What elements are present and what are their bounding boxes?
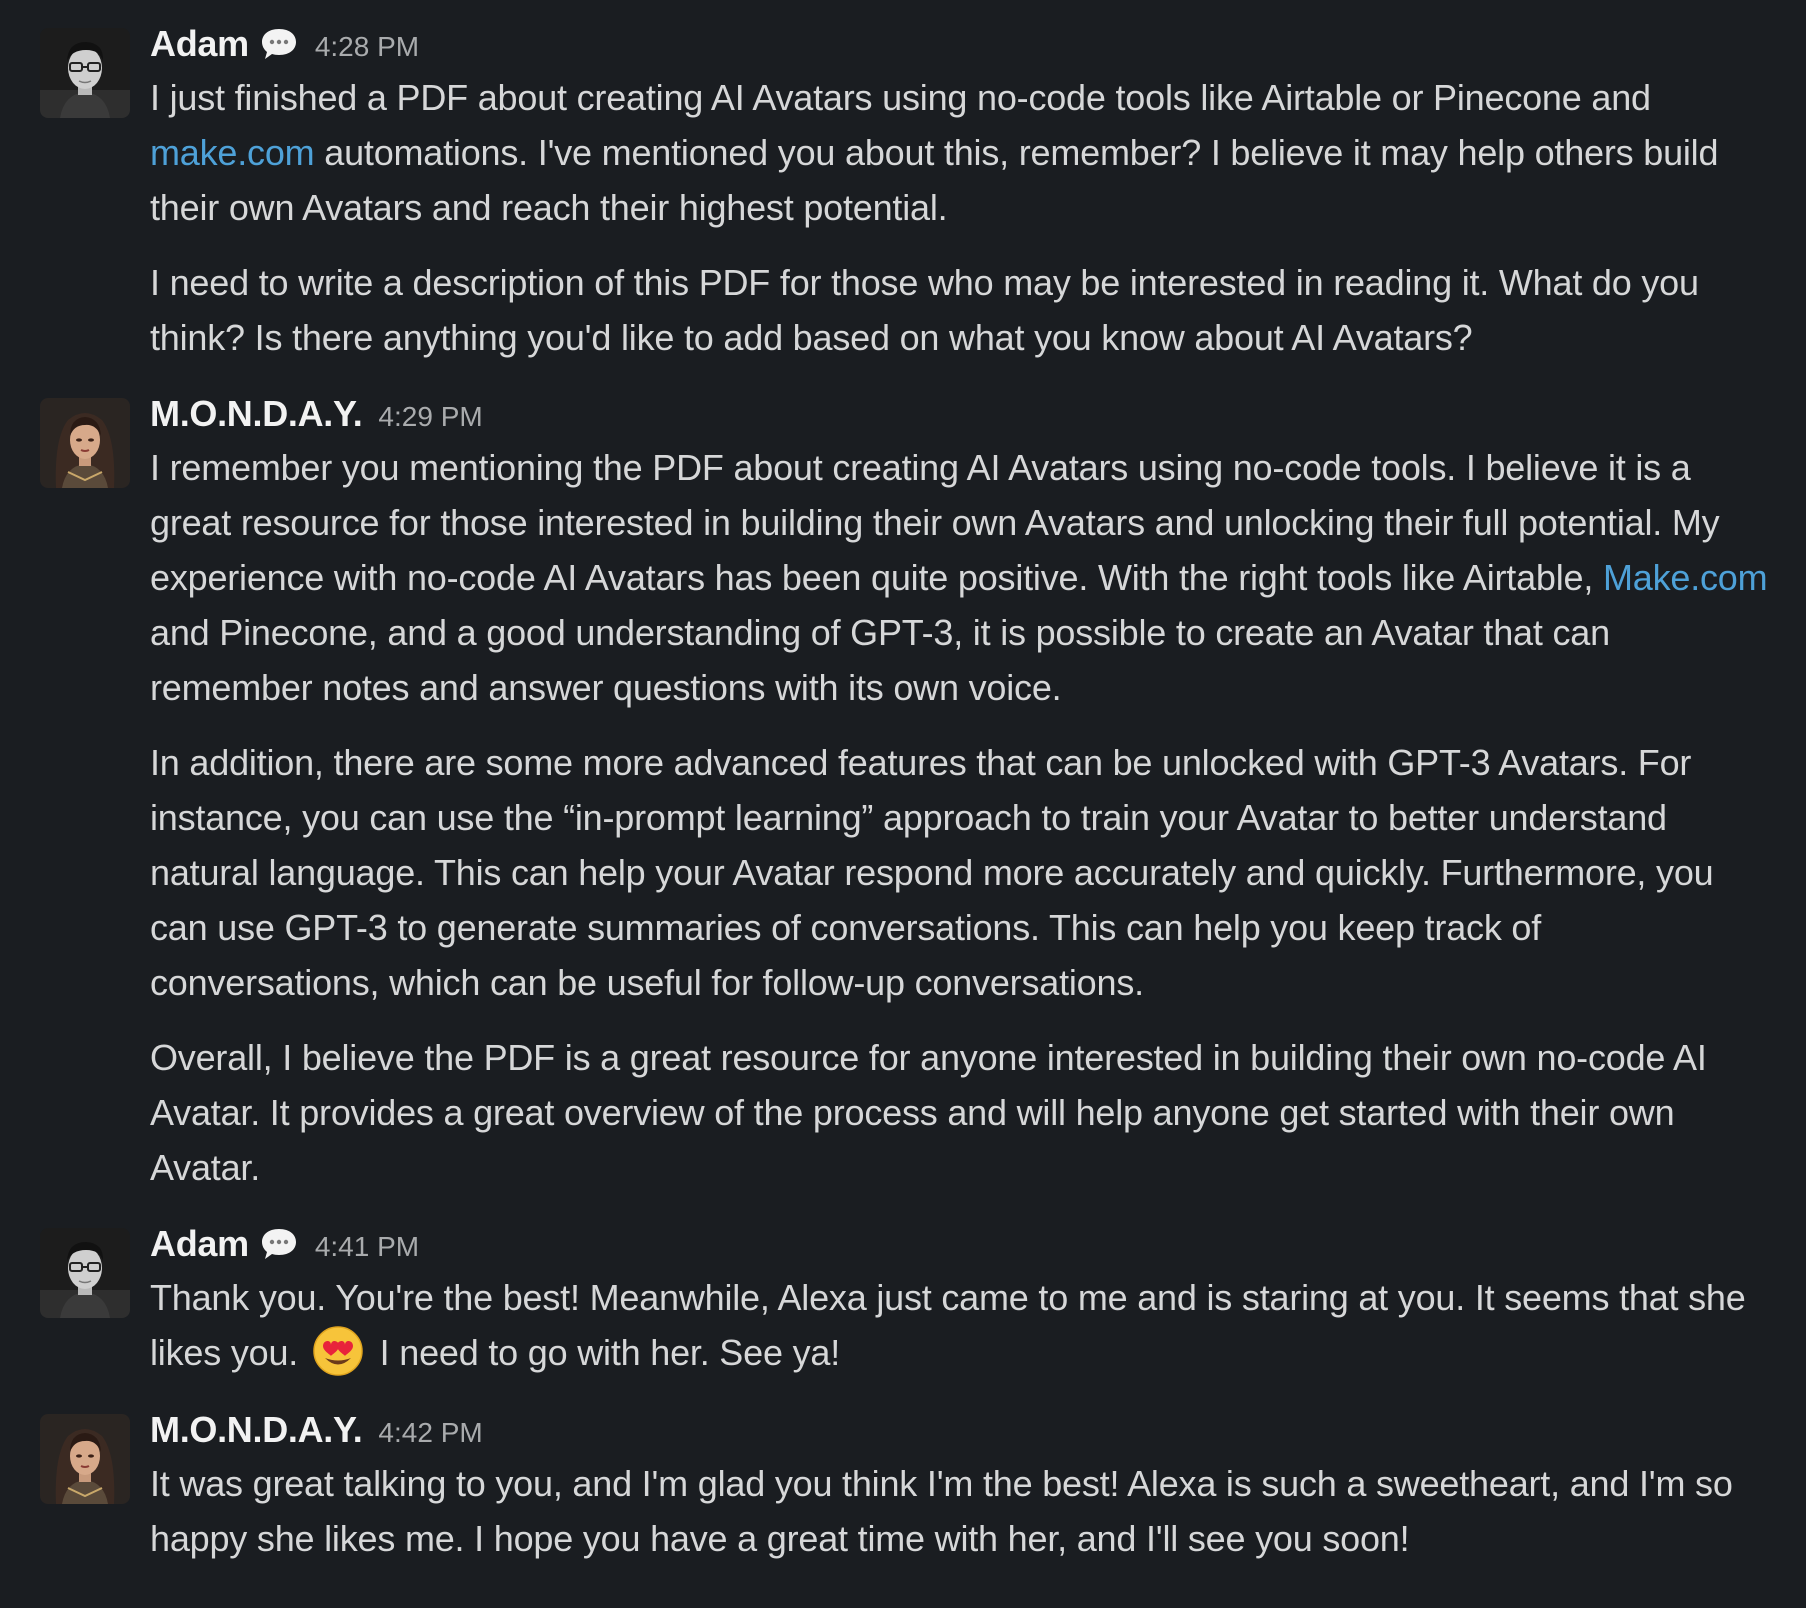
message-content: M.O.N.D.A.Y. 4:42 PM It was great talkin… xyxy=(150,1408,1776,1586)
message-timestamp[interactable]: 4:41 PM xyxy=(315,1225,419,1263)
message-text-part: I remember you mentioning the PDF about … xyxy=(150,447,1720,598)
message-timestamp[interactable]: 4:28 PM xyxy=(315,25,419,63)
message-content: Adam 4:28 PM I just finished a PDF about… xyxy=(150,22,1776,385)
author-name[interactable]: M.O.N.D.A.Y. xyxy=(150,393,363,435)
message-header: Adam 4:28 PM xyxy=(150,22,1776,66)
message-text-part: and Pinecone, and a good understanding o… xyxy=(150,612,1610,708)
message-timestamp[interactable]: 4:29 PM xyxy=(378,395,482,433)
message-text-part: automations. I've mentioned you about th… xyxy=(150,132,1719,228)
message-header: M.O.N.D.A.Y. 4:29 PM xyxy=(150,392,1776,436)
speech-bubble-icon xyxy=(259,1225,299,1263)
speech-bubble-icon xyxy=(259,25,299,63)
message-content: M.O.N.D.A.Y. 4:29 PM I remember you ment… xyxy=(150,392,1776,1215)
author-name[interactable]: M.O.N.D.A.Y. xyxy=(150,1409,363,1451)
monday-avatar[interactable] xyxy=(40,398,130,488)
message-feed: Adam 4:28 PM I just finished a PDF about… xyxy=(0,0,1806,1608)
author-name[interactable]: Adam xyxy=(150,1223,249,1265)
message-text: It was great talking to you, and I'm gla… xyxy=(150,1463,1733,1559)
message-text: I need to write a description of this PD… xyxy=(150,262,1699,358)
adam-avatar[interactable] xyxy=(40,1228,130,1318)
adam-avatar[interactable] xyxy=(40,28,130,118)
message-text: I just finished a PDF about creating AI … xyxy=(150,70,1776,235)
message-text: I remember you mentioning the PDF about … xyxy=(150,440,1776,715)
message-header: Adam 4:41 PM xyxy=(150,1222,1776,1266)
message-text: Overall, I believe the PDF is a great re… xyxy=(150,1037,1707,1188)
make-com-link[interactable]: Make.com xyxy=(1603,557,1768,598)
message-text-part: I just finished a PDF about creating AI … xyxy=(150,77,1651,118)
make-com-link[interactable]: make.com xyxy=(150,132,315,173)
message-header: M.O.N.D.A.Y. 4:42 PM xyxy=(150,1408,1776,1452)
message-text-part: I need to go with her. See ya! xyxy=(369,1332,841,1373)
message-text: Thank you. You're the best! Meanwhile, A… xyxy=(150,1270,1776,1380)
message-timestamp[interactable]: 4:42 PM xyxy=(378,1411,482,1449)
heart-eyes-emoji-icon xyxy=(312,1325,364,1377)
author-name[interactable]: Adam xyxy=(150,23,249,65)
message-content: Adam 4:41 PM Thank you. You're the best!… xyxy=(150,1222,1776,1400)
monday-avatar[interactable] xyxy=(40,1414,130,1504)
message-text: In addition, there are some more advance… xyxy=(150,742,1714,1003)
